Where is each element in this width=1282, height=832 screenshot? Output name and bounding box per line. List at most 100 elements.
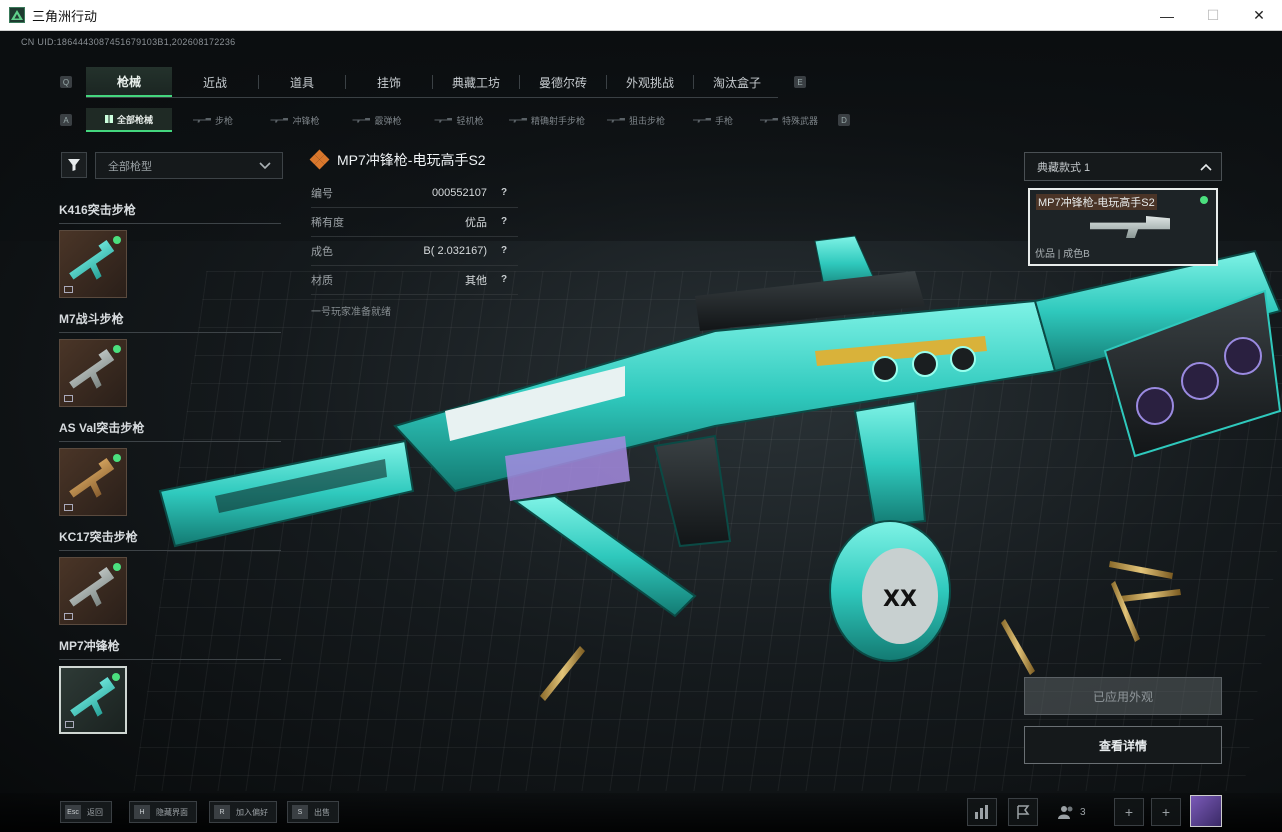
hint-add-favorite[interactable]: R 加入偏好 (209, 801, 277, 823)
plus-icon: + (1124, 804, 1134, 820)
gun-group-title: MP7冲锋枪 (59, 637, 281, 660)
skin-thumbnail[interactable] (59, 448, 127, 516)
chevron-down-icon (259, 162, 271, 170)
special-weapon-icon (759, 117, 778, 123)
player-uid: CN UID:1864443087451679103B1,20260817223… (21, 37, 236, 47)
skin-title: MP7冲锋枪-电玩高手S2 (309, 149, 486, 170)
applied-appearance-button[interactable]: 已应用外观 (1024, 677, 1222, 715)
minimize-button[interactable]: — (1144, 0, 1190, 31)
chevron-up-icon (1200, 163, 1212, 171)
dmr-icon (508, 117, 527, 123)
friends-count: 3 (1080, 806, 1086, 818)
info-row-wear: 成色 B( 2.032167)? (311, 237, 518, 266)
owned-indicator-icon (113, 345, 121, 353)
stats-button[interactable] (967, 798, 997, 826)
image-icon (65, 721, 74, 728)
add-slot-button-1[interactable]: + (1114, 798, 1144, 826)
friends-icon (1058, 806, 1073, 819)
hint-back[interactable]: Esc 返回 (60, 801, 112, 823)
owned-indicator-icon (113, 236, 121, 244)
main-tab-bar: Q 枪械 近战 道具 挂饰 典藏工坊 曼德尔砖 外观挑战 淘汰盒子 E (60, 67, 806, 97)
skin-thumbnail-selected[interactable] (59, 666, 127, 734)
owned-indicator-icon (1200, 196, 1208, 204)
style-card-title: MP7冲锋枪-电玩高手S2 (1036, 194, 1157, 210)
player-avatar[interactable] (1190, 795, 1222, 827)
tab-items[interactable]: 道具 (259, 67, 345, 97)
style-card-selected[interactable]: MP7冲锋枪-电玩高手S2 优品 | 成色B (1028, 188, 1218, 266)
gun-group-asval: AS Val突击步枪 (59, 419, 281, 516)
tab-elimination-box[interactable]: 淘汰盒子 (694, 67, 780, 97)
subtab-prev-key-hint[interactable]: A (60, 114, 72, 126)
add-slot-button-2[interactable]: + (1151, 798, 1181, 826)
style-card-footer: 优品 | 成色B (1035, 249, 1090, 260)
svg-text:XX: XX (883, 587, 917, 612)
tab-next-key-hint[interactable]: E (794, 76, 806, 88)
info-row-material: 材质 其他? (311, 266, 518, 295)
subtab-sniper[interactable]: 狙击步枪 (594, 108, 678, 132)
owned-indicator-icon (113, 563, 121, 571)
help-icon[interactable]: ? (498, 187, 510, 199)
subtab-lmg[interactable]: 轻机枪 (418, 108, 500, 132)
rifle-icon (192, 117, 211, 123)
help-icon[interactable]: ? (498, 245, 510, 257)
bar-chart-icon (975, 805, 988, 819)
help-icon[interactable]: ? (498, 274, 510, 286)
image-icon (64, 286, 73, 293)
flag-icon (1017, 805, 1030, 819)
skin-flavor-text: 一号玩家准备就绪 (311, 307, 391, 318)
gun-group-title: K416突击步枪 (59, 201, 281, 224)
pistol-icon (692, 117, 711, 123)
style-card-gun-image (1090, 216, 1170, 238)
tab-melee[interactable]: 近战 (172, 67, 258, 97)
help-icon[interactable]: ? (498, 216, 510, 228)
skin-thumbnail[interactable] (59, 230, 127, 298)
hint-sell[interactable]: S 出售 (287, 801, 339, 823)
tab-guns[interactable]: 枪械 (86, 67, 172, 97)
info-row-serial: 编号 000552107? (311, 179, 518, 208)
skin-info-table: 编号 000552107? 稀有度 优品? 成色 B( 2.032167)? 材质 其他… (311, 179, 518, 295)
subtab-pistol[interactable]: 手枪 (678, 108, 748, 132)
tab-appearance-challenge[interactable]: 外观挑战 (607, 67, 693, 97)
gun-group-kc17: KC17突击步枪 (59, 528, 281, 625)
close-button[interactable]: ✕ (1236, 0, 1282, 31)
app-logo-icon (9, 7, 25, 23)
hint-hide-ui[interactable]: H 隐藏界面 (129, 801, 197, 823)
window-titlebar: 三角洲行动 — ☐ ✕ (0, 0, 1282, 31)
maximize-button[interactable]: ☐ (1190, 0, 1236, 31)
skin-thumbnail[interactable] (59, 557, 127, 625)
subtab-rifle[interactable]: 步枪 (172, 108, 254, 132)
tab-charms[interactable]: 挂饰 (346, 67, 432, 97)
subtab-next-key-hint[interactable]: D (838, 114, 850, 126)
subtab-dmr[interactable]: 精确射手步枪 (500, 108, 594, 132)
gun-type-select[interactable]: 全部枪型 (95, 152, 283, 179)
image-icon (64, 395, 73, 402)
subtab-smg[interactable]: 冲锋枪 (254, 108, 336, 132)
shotgun-icon (352, 117, 371, 123)
collection-style-select[interactable]: 典藏款式 1 (1024, 152, 1222, 181)
sub-tab-bar: A 全部枪械 步枪 冲锋枪 霰弹枪 轻机枪 精确射手步枪 狙击步枪 手枪 特殊武… (60, 108, 850, 132)
owned-indicator-icon (112, 673, 120, 681)
gun-group-title: AS Val突击步枪 (59, 419, 281, 442)
gun-group-k416: K416突击步枪 (59, 201, 281, 298)
image-icon (64, 613, 73, 620)
subtab-shotgun[interactable]: 霰弹枪 (336, 108, 418, 132)
tab-prev-key-hint[interactable]: Q (60, 76, 72, 88)
gun-group-m7: M7战斗步枪 (59, 310, 281, 407)
view-details-button[interactable]: 查看详情 (1024, 726, 1222, 764)
skin-thumbnail[interactable] (59, 339, 127, 407)
sniper-icon (606, 117, 625, 123)
tab-mandel-brick[interactable]: 曼德尔砖 (520, 67, 606, 97)
owned-indicator-icon (113, 454, 121, 462)
subtab-all-guns[interactable]: 全部枪械 (86, 108, 172, 132)
window-title: 三角洲行动 (32, 8, 98, 24)
friends-button[interactable]: 3 (1058, 798, 1086, 826)
subtab-special[interactable]: 特殊武器 (748, 108, 830, 132)
flag-button[interactable] (1008, 798, 1038, 826)
lmg-icon (434, 117, 453, 123)
gun-group-mp7: MP7冲锋枪 (59, 637, 281, 734)
filter-button[interactable] (61, 152, 87, 178)
image-icon (64, 504, 73, 511)
gun-group-title: KC17突击步枪 (59, 528, 281, 551)
tab-collection-workshop[interactable]: 典藏工坊 (433, 67, 519, 97)
smg-icon (270, 117, 289, 123)
